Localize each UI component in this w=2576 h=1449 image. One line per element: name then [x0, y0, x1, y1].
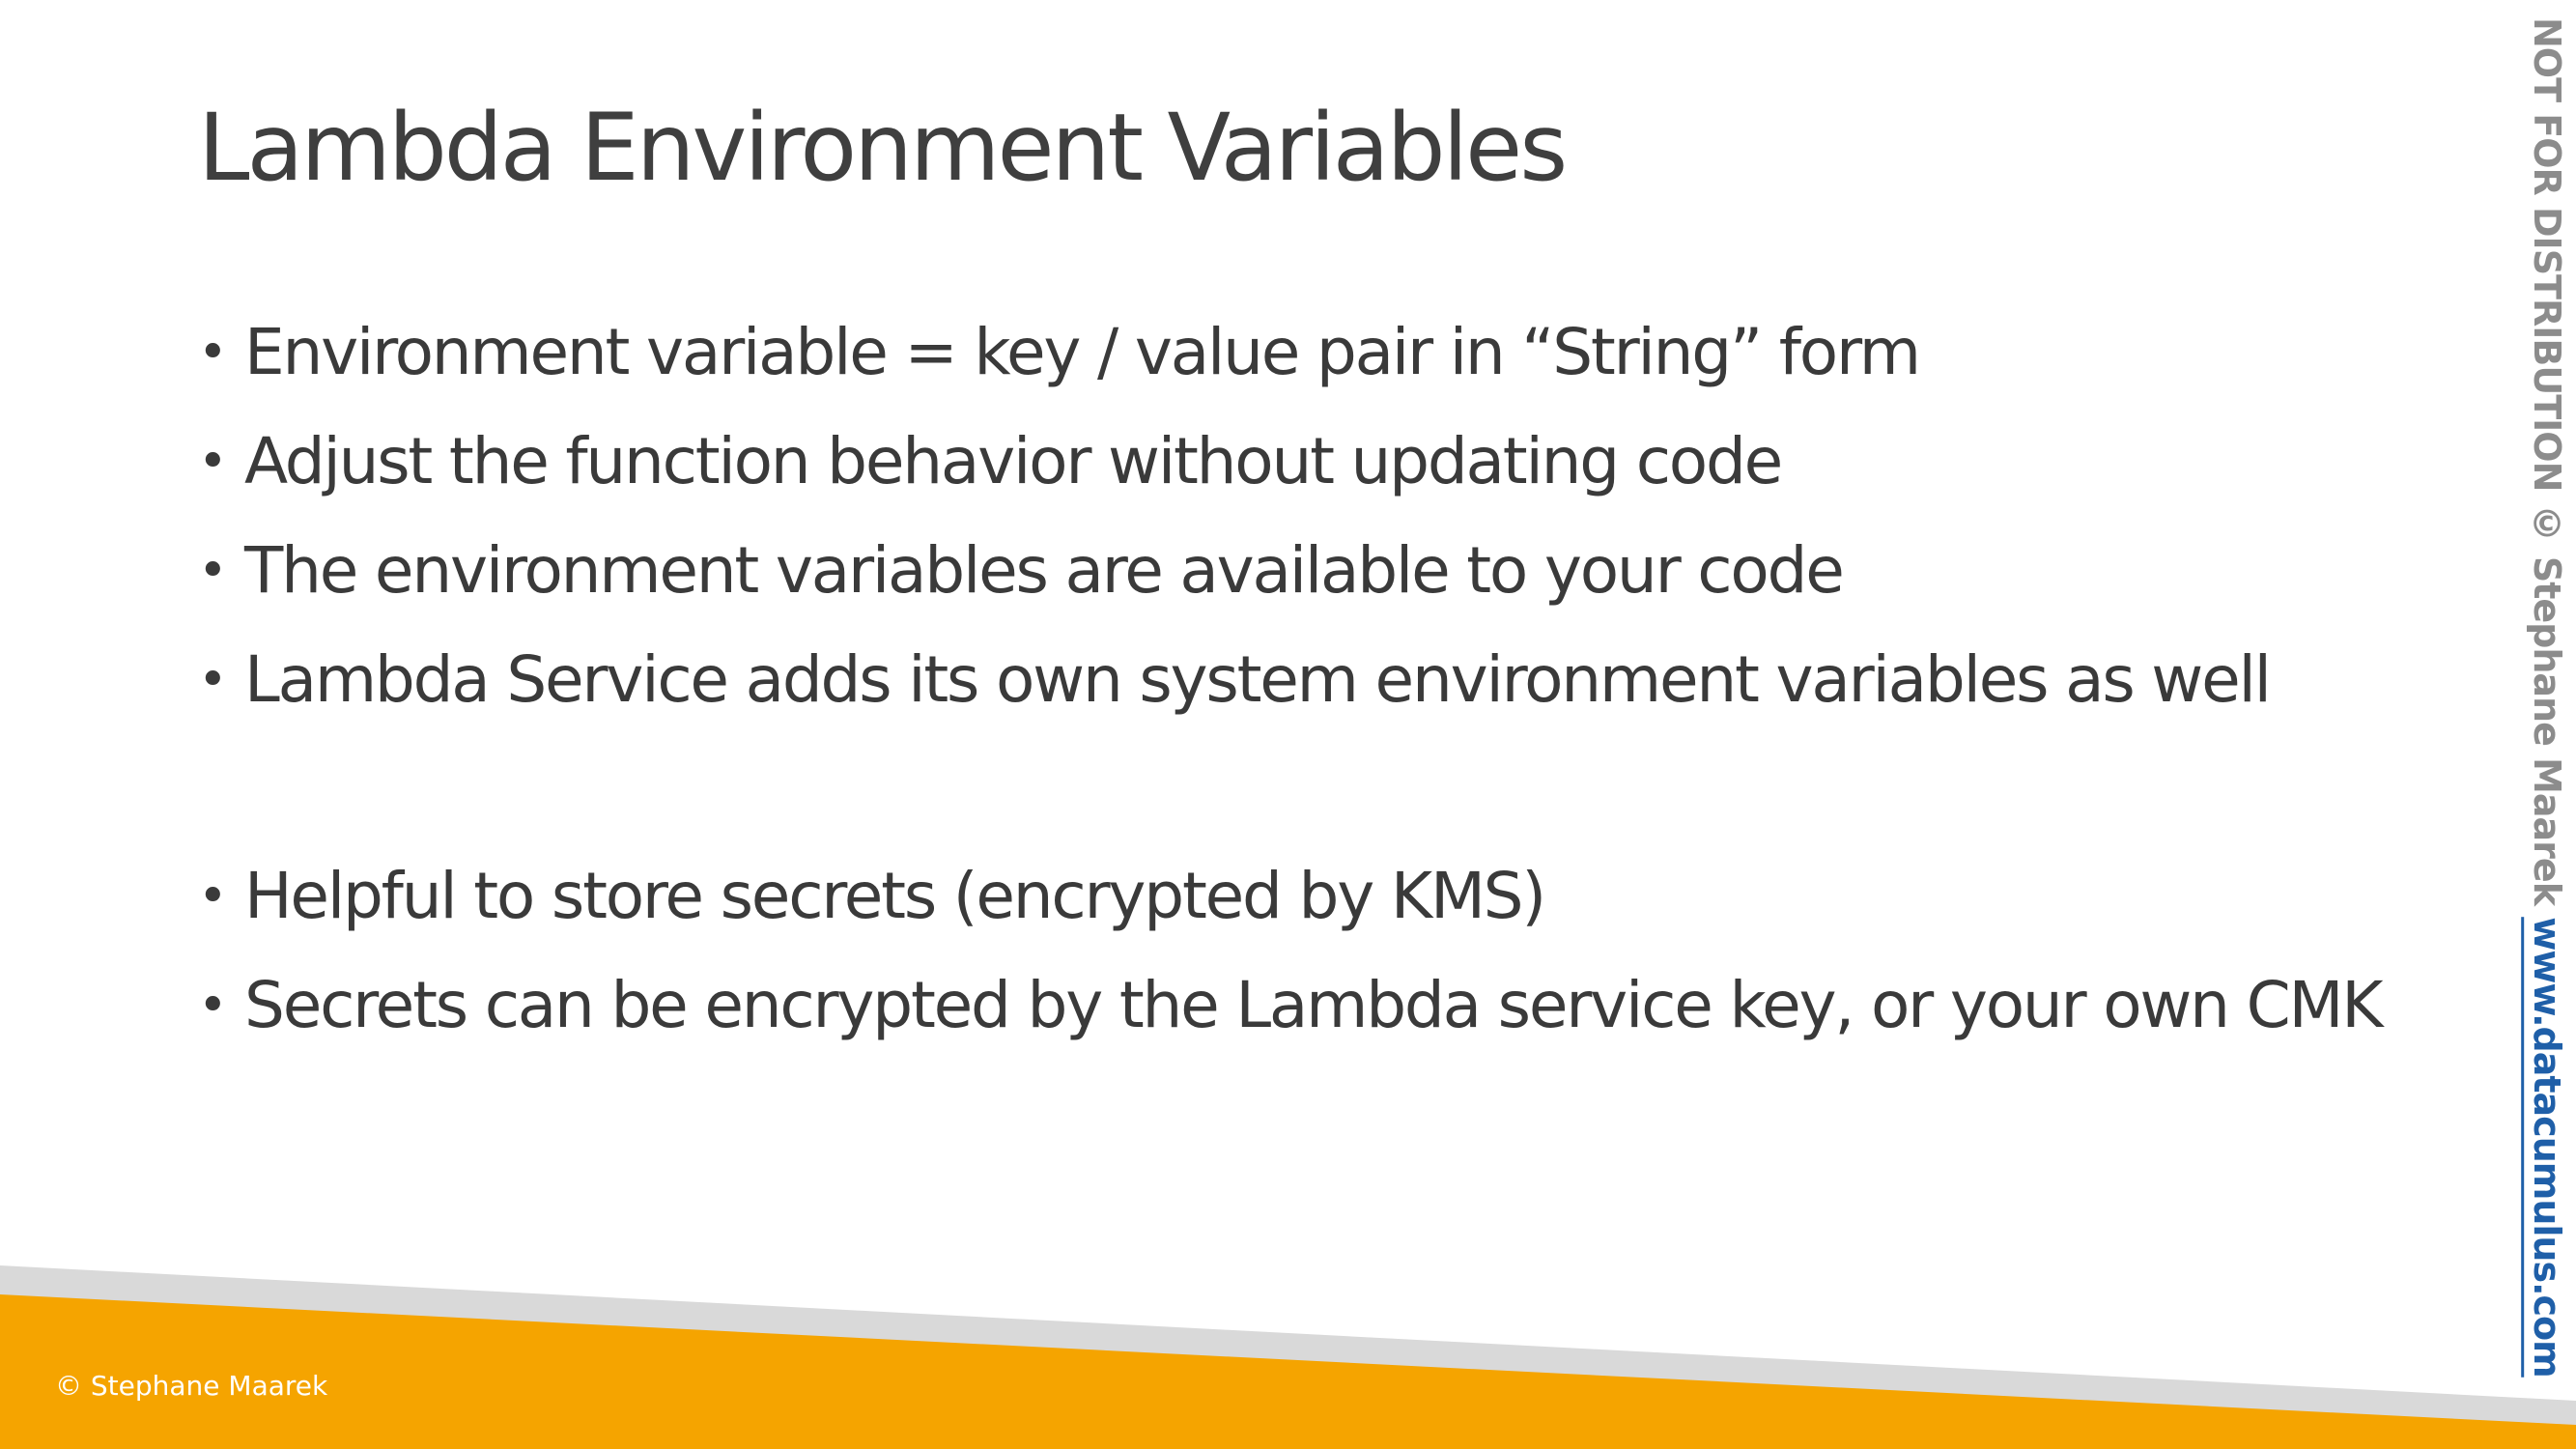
bullet-item: • The environment variables are availabl…: [198, 523, 2420, 632]
bullet-dot: •: [198, 651, 228, 709]
footer-band: [0, 1265, 2576, 1449]
bullet-dot: •: [198, 867, 228, 925]
bullet-text: The environment variables are available …: [244, 533, 1845, 608]
watermark-text: NOT FOR DISTRIBUTION © Stephane Maarek: [2526, 17, 2568, 918]
bullet-list: • Environment variable = key / value pai…: [198, 304, 2420, 1066]
side-watermark: NOT FOR DISTRIBUTION © Stephane Maarek w…: [2526, 17, 2568, 1408]
bullet-item: • Adjust the function behavior without u…: [198, 413, 2420, 523]
bullet-dot: •: [198, 324, 228, 382]
bullet-text: Secrets can be encrypted by the Lambda s…: [244, 968, 2383, 1042]
slide-title: Lambda Environment Variables: [198, 94, 1568, 202]
bullet-text: Helpful to store secrets (encrypted by K…: [244, 859, 1546, 933]
watermark-link[interactable]: www.datacumulus.com: [2526, 917, 2568, 1378]
bullet-text: Adjust the function behavior without upd…: [244, 424, 1783, 498]
bullet-item: • Helpful to store secrets (encrypted by…: [198, 848, 2420, 957]
bullet-item: • Lambda Service adds its own system env…: [198, 632, 2420, 741]
bullet-dot: •: [198, 433, 228, 491]
bullet-item: • Environment variable = key / value pai…: [198, 304, 2420, 413]
footer-orange-band: [0, 1294, 2576, 1449]
bullet-text: Lambda Service adds its own system envir…: [244, 642, 2272, 717]
bullet-dot: •: [198, 542, 228, 600]
bullet-item: • Secrets can be encrypted by the Lambda…: [198, 957, 2420, 1066]
bullet-text: Environment variable = key / value pair …: [244, 315, 1921, 389]
bullet-dot: •: [198, 977, 228, 1035]
footer-copyright: © Stephane Maarek: [55, 1370, 328, 1402]
